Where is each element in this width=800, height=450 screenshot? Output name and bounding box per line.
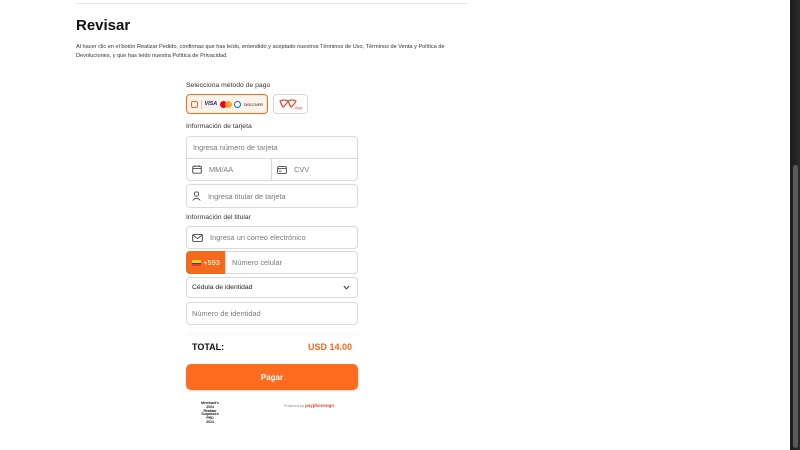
total-value: USD 14.00 <box>307 342 352 352</box>
user-icon <box>192 191 201 201</box>
email-placeholder: Ingresa un correo electrónico <box>210 233 306 242</box>
id-type-value: Cédula de identidad <box>192 284 253 291</box>
phone-placeholder: Número celular <box>232 258 283 267</box>
powered-by: Powered by payphonengo <box>284 403 334 408</box>
id-type-select[interactable]: Cédula de identidad <box>186 277 358 298</box>
payment-method-card[interactable]: VISA DISCOVER <box>186 94 268 114</box>
payment-method-label: Selecciona método de pago <box>186 82 271 89</box>
card-number-placeholder: Ingresa número de tarjeta <box>193 143 278 152</box>
email-input[interactable]: Ingresa un correo electrónico <box>186 226 358 249</box>
ecuador-flag-icon <box>192 259 202 266</box>
form-divider <box>186 332 358 338</box>
chevron-down-icon <box>343 285 350 290</box>
merchant-badge-logo: Merchant's 2024 Realizar Surpasses PRO 2… <box>201 401 219 424</box>
diners-logo <box>234 100 241 108</box>
country-code: +593 <box>203 258 220 267</box>
payphone-app-logo: App <box>274 95 307 113</box>
scrollbar-thumb[interactable] <box>793 165 798 448</box>
expiry-input[interactable]: MM/AA <box>186 158 272 181</box>
mastercard-logo <box>220 100 233 108</box>
card-holder-input[interactable]: Ingresa titular de tarjeta <box>186 184 358 208</box>
cvv-input[interactable]: CVV <box>271 158 358 181</box>
top-divider <box>76 3 467 4</box>
payment-method-app[interactable]: App <box>273 94 308 114</box>
phone-group: +593 Número celular <box>186 251 358 274</box>
divider <box>200 99 202 109</box>
powered-by-prefix: Powered by <box>284 404 305 408</box>
id-number-placeholder: Número de identidad <box>192 309 261 318</box>
card-icon <box>191 100 198 108</box>
id-number-input[interactable]: Número de identidad <box>186 302 358 325</box>
page-title: Revisar <box>76 17 131 34</box>
holder-info-label: Información del titular <box>186 214 251 221</box>
cvv-placeholder: CVV <box>294 165 310 174</box>
mail-icon <box>192 233 203 242</box>
payphone-brand: payphonengo <box>305 403 334 408</box>
card-holder-placeholder: Ingresa titular de tarjeta <box>208 191 286 201</box>
country-code-selector[interactable]: +593 <box>186 251 226 274</box>
pay-button[interactable]: Pagar <box>186 364 358 390</box>
visa-logo: VISA <box>204 101 218 107</box>
app-label: App <box>295 105 303 110</box>
total-label: TOTAL: <box>192 342 225 352</box>
expiry-placeholder: MM/AA <box>209 165 234 174</box>
discover-logo: DISCOVER <box>243 101 264 107</box>
terms-notice: Al hacer clic en el botón Realizar Pedid… <box>76 44 445 59</box>
phone-input[interactable]: Número celular <box>225 251 358 274</box>
card-info-label: Información de tarjeta <box>186 123 252 130</box>
card-number-input[interactable]: Ingresa número de tarjeta <box>186 136 358 159</box>
credit-card-icon <box>277 165 287 174</box>
calendar-icon <box>192 165 202 174</box>
